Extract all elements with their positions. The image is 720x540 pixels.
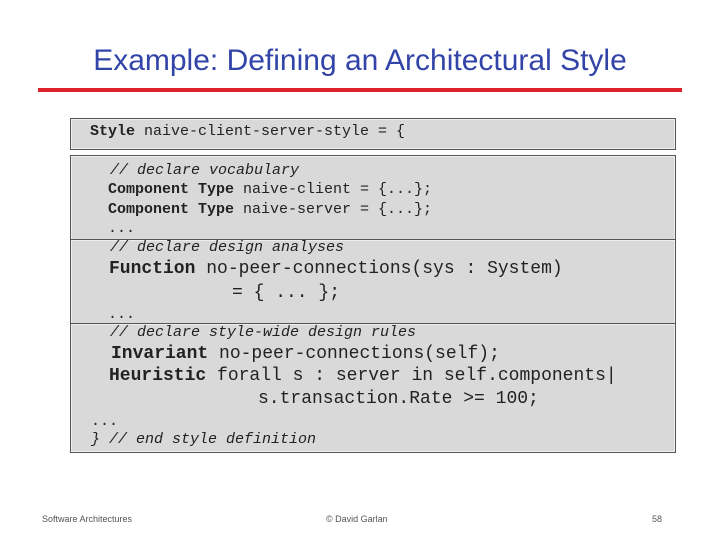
ellipsis: ... [91,413,119,430]
code-line-heuristic: Heuristic forall s : server in self.comp… [109,366,617,386]
code-line-style: Style naive-client-server-style = { [90,123,405,140]
comment-rules: // declare style-wide design rules [110,324,417,341]
keyword: Invariant [111,344,209,364]
title-rule [38,88,682,92]
keyword: Function [109,259,196,279]
footer-course: Software Architectures [42,514,133,524]
keyword: Style [90,123,136,140]
comment-analyses: // declare design analyses [110,239,345,256]
code-text: no-peer-connections(sys : System) [195,259,563,279]
code-line-invariant: Invariant no-peer-connections(self); [111,344,500,364]
code-text: forall s : server in self.components| [206,366,617,386]
slide-title: Example: Defining an Architectural Style [93,44,627,77]
code-line-function-body: = { ... }; [232,283,341,303]
keyword: Component Type [108,201,235,218]
keyword: Heuristic [109,366,207,386]
code-line-function: Function no-peer-connections(sys : Syste… [109,259,563,279]
comment-end: } // end style definition [91,431,317,448]
code-text: naive-client = {...}; [234,181,433,198]
code-text: naive-server = {...}; [234,201,433,218]
ellipsis: ... [108,306,136,323]
code-text: naive-client-server-style = { [135,123,406,140]
page-number: 58 [652,514,663,524]
keyword: Component Type [108,181,235,198]
comment-vocabulary: // declare vocabulary [110,162,300,179]
code-line-heuristic-body: s.transaction.Rate >= 100; [258,389,539,409]
code-text: no-peer-connections(self); [208,344,500,364]
code-line-client: Component Type naive-client = {...}; [108,181,432,198]
ellipsis: ... [108,220,136,237]
footer-author: © David Garlan [326,514,388,524]
code-line-server: Component Type naive-server = {...}; [108,201,432,218]
